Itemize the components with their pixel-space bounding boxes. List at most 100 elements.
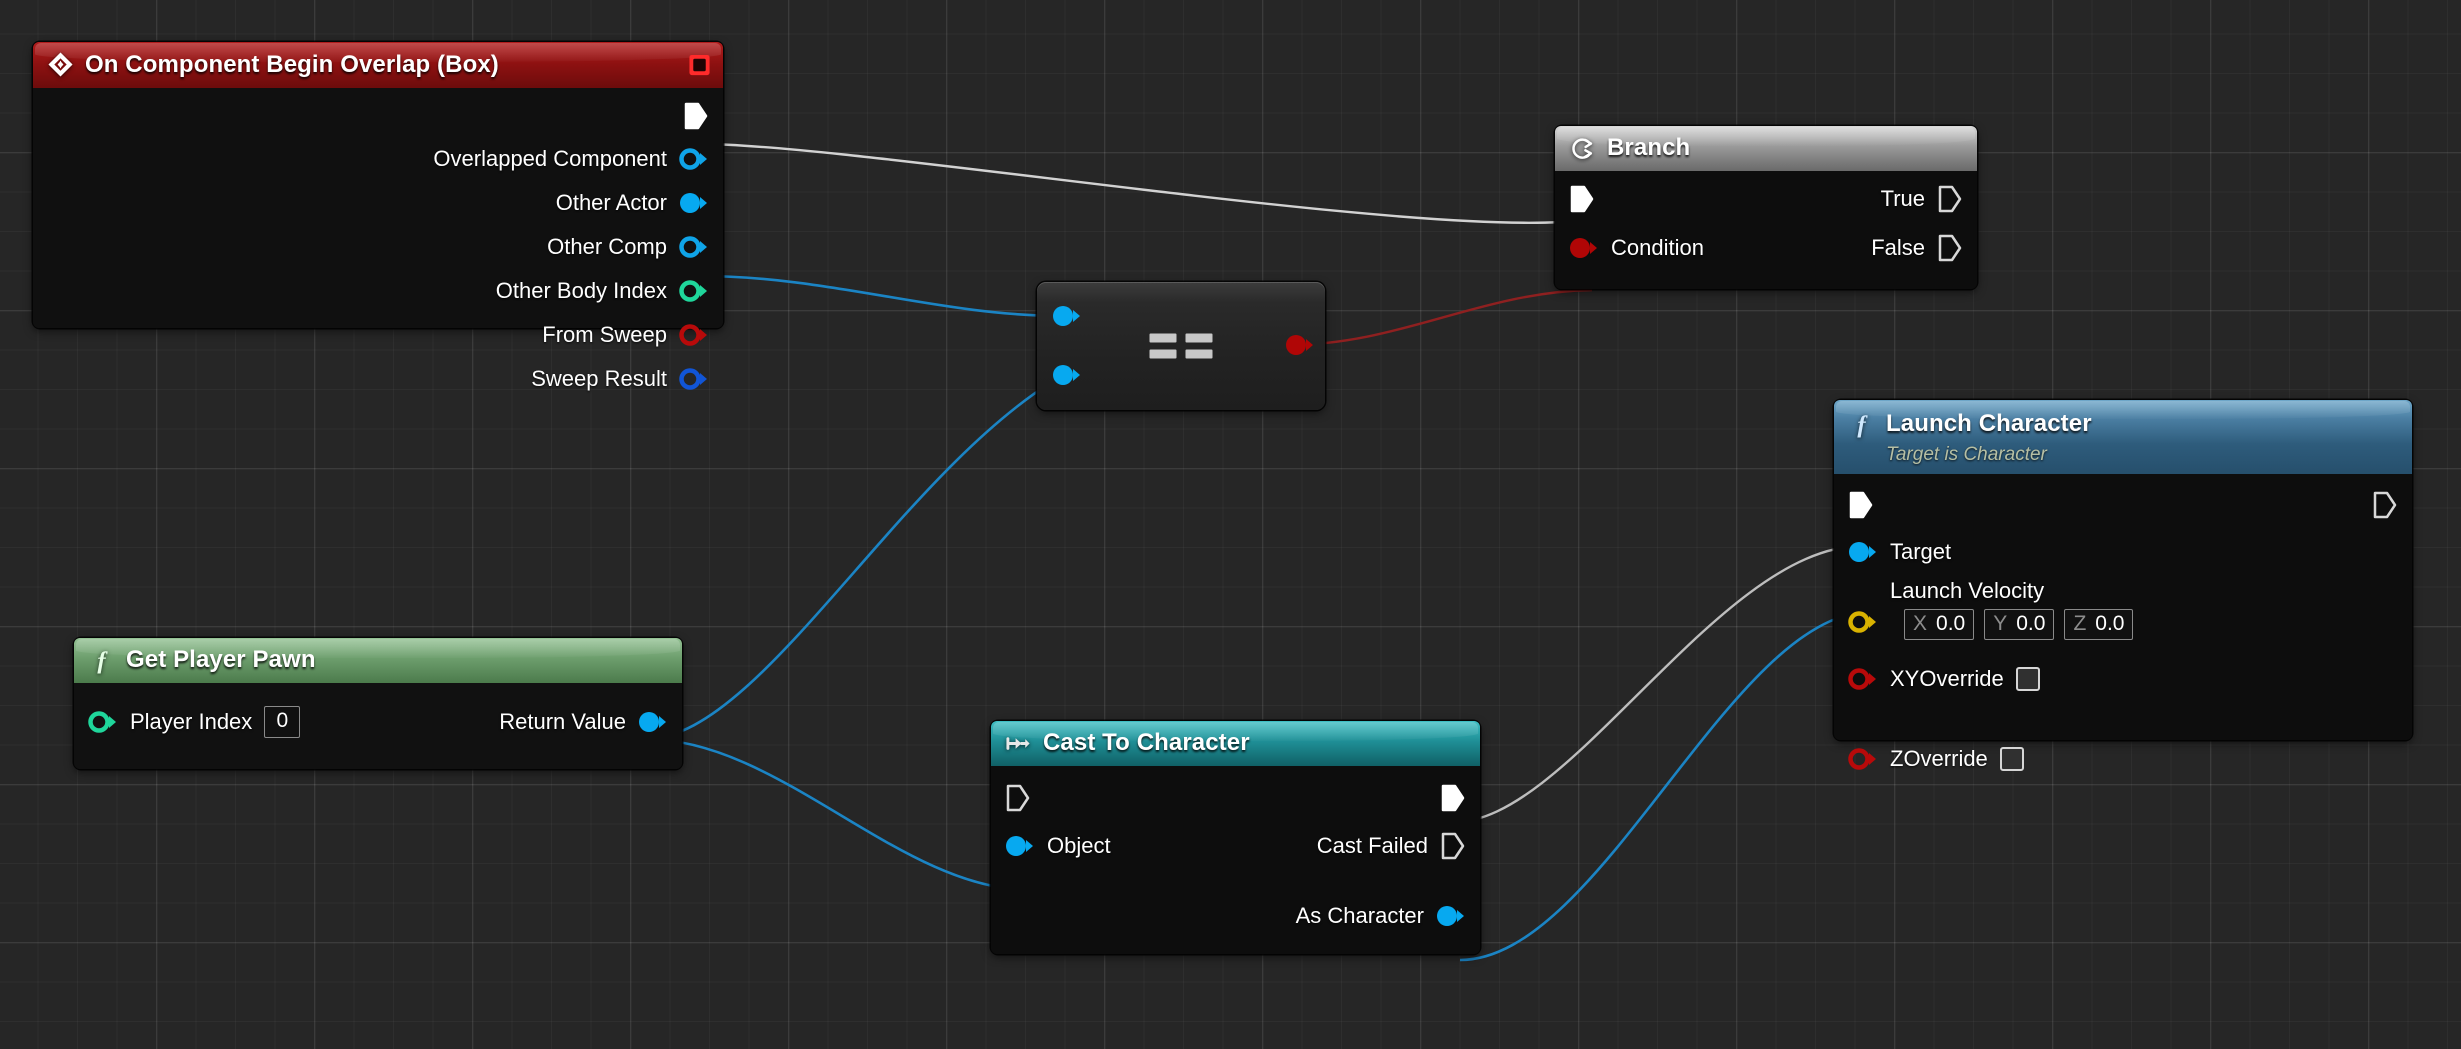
bool-pin-condition[interactable] <box>1569 237 1599 259</box>
exec-in-pin-branch[interactable] <box>1569 184 1595 214</box>
pin-label-condition: Condition <box>1611 235 1704 261</box>
node-cast-to-character[interactable]: Cast To Character <box>991 721 1480 954</box>
launch-velocity-x-value[interactable]: 0.0 <box>1936 612 1965 636</box>
cast-title: Cast To Character <box>1043 729 1250 757</box>
launch-velocity-z-value[interactable]: 0.0 <box>2095 612 2124 636</box>
exec-in-pin-cast[interactable] <box>1005 783 1031 813</box>
bool-pin-from-sweep[interactable] <box>679 324 709 346</box>
wire-equals-to-condition <box>1288 290 1592 345</box>
launch-velocity-z-field[interactable]: Z 0.0 <box>2064 609 2133 640</box>
vector-pin-launch-velocity[interactable] <box>1848 611 1878 633</box>
node-branch[interactable]: Branch True <box>1555 126 1977 289</box>
launch-character-header[interactable]: f Launch Character <box>1834 400 2412 444</box>
branch-body: True Condition False <box>1555 171 1977 289</box>
pin-row-branch-exec-in[interactable] <box>1555 177 1607 221</box>
pin-row-cast-exec-in[interactable] <box>991 776 1043 820</box>
pin-label-return-value: Return Value <box>499 709 626 735</box>
pin-row-sweep-result[interactable]: Sweep Result <box>33 357 723 401</box>
object-pin-overlapped-component[interactable] <box>679 148 709 170</box>
equals-input-a-pin[interactable] <box>1052 305 1082 327</box>
axis-label-y: Y <box>1993 612 2007 636</box>
int-pin-other-body-index[interactable] <box>679 280 709 302</box>
pin-row-other-comp[interactable]: Other Comp <box>33 225 723 269</box>
branch-header[interactable]: Branch <box>1555 126 1977 171</box>
exec-in-pin-launch[interactable] <box>1848 490 1874 520</box>
pin-label-other-body-index: Other Body Index <box>496 278 667 304</box>
pin-row-player-index[interactable]: Player Index 0 <box>74 699 300 745</box>
pin-row-target[interactable]: Target <box>1834 530 1951 574</box>
pin-row-branch-condition[interactable]: Condition <box>1555 226 1704 270</box>
wire-as-character-to-target <box>1460 612 1868 960</box>
exec-out-pin-false[interactable] <box>1937 233 1963 263</box>
pin-row-cast-object[interactable]: Object <box>991 824 1111 868</box>
pin-label-zoverride: ZOverride <box>1890 746 1988 772</box>
equals-bar <box>1186 334 1213 343</box>
get-player-pawn-title: Get Player Pawn <box>126 646 316 674</box>
delegate-box-icon[interactable] <box>688 54 711 77</box>
launch-velocity-x-field[interactable]: X 0.0 <box>1904 609 1974 640</box>
object-pin-other-actor[interactable] <box>679 192 709 214</box>
pin-label-target: Target <box>1890 539 1951 565</box>
pin-label-object: Object <box>1047 833 1111 859</box>
struct-pin-sweep-result[interactable] <box>679 368 709 390</box>
pin-row-branch-false[interactable]: False <box>1871 226 1977 270</box>
pin-row-from-sweep[interactable]: From Sweep <box>33 313 723 357</box>
pin-row-launch-velocity[interactable]: Launch Velocity X 0.0 Y 0.0 Z 0.0 <box>1834 578 2412 640</box>
object-pin-target[interactable] <box>1848 541 1878 563</box>
equals-input-b-pin[interactable] <box>1052 364 1082 386</box>
pin-row-return-value[interactable]: Return Value <box>499 699 682 745</box>
node-get-player-pawn[interactable]: f Get Player Pawn Player Index 0 Return … <box>74 638 682 769</box>
xyoverride-checkbox[interactable] <box>2016 667 2040 691</box>
exec-out-pin-true[interactable] <box>1937 184 1963 214</box>
launch-velocity-y-value[interactable]: 0.0 <box>2016 612 2045 636</box>
wire-pawn-to-equals <box>646 375 1063 739</box>
pin-row-cast-failed[interactable]: Cast Failed <box>1317 824 1480 868</box>
zoverride-checkbox[interactable] <box>2000 747 2024 771</box>
pin-row-other-actor[interactable]: Other Actor <box>33 181 723 225</box>
pin-row-other-body-index[interactable]: Other Body Index <box>33 269 723 313</box>
pin-row-launch-exec-in[interactable] <box>1834 483 1886 527</box>
node-on-component-begin-overlap[interactable]: On Component Begin Overlap (Box) Overlap… <box>33 42 723 328</box>
launch-character-body: Target Launch Velocity X 0.0 <box>1834 474 2412 740</box>
pin-row-overlapped-component[interactable]: Overlapped Component <box>33 137 723 181</box>
exec-out-pin-cast-failed[interactable] <box>1440 831 1466 861</box>
object-pin-other-comp[interactable] <box>679 236 709 258</box>
pin-row-launch-exec-out[interactable] <box>2360 483 2412 527</box>
equals-bar <box>1150 334 1177 343</box>
get-player-pawn-body: Player Index 0 Return Value <box>74 683 682 769</box>
exec-out-pin-launch[interactable] <box>2372 490 2398 520</box>
bool-pin-xyoverride[interactable] <box>1848 668 1878 690</box>
node-launch-character[interactable]: f Launch Character Target is Character <box>1834 400 2412 740</box>
player-index-value-input[interactable]: 0 <box>264 706 300 737</box>
pin-label-false: False <box>1871 235 1925 261</box>
pin-label-cast-failed: Cast Failed <box>1317 833 1428 859</box>
pin-row-exec-out[interactable] <box>33 94 723 138</box>
pin-label-player-index: Player Index <box>130 709 252 735</box>
launch-velocity-y-field[interactable]: Y 0.0 <box>1984 609 2054 640</box>
pin-row-as-character[interactable]: As Character <box>1296 894 1480 938</box>
exec-out-pin-cast[interactable] <box>1440 783 1466 813</box>
cast-header[interactable]: Cast To Character <box>991 721 1480 766</box>
get-player-pawn-header[interactable]: f Get Player Pawn <box>74 638 682 683</box>
object-pin-cast-object[interactable] <box>1005 835 1035 857</box>
equals-bar <box>1150 350 1177 359</box>
event-node-header[interactable]: On Component Begin Overlap (Box) <box>33 42 723 88</box>
axis-label-z: Z <box>2073 612 2086 636</box>
int-pin-player-index[interactable] <box>88 711 118 733</box>
object-pin-return-value[interactable] <box>638 711 668 733</box>
branch-title: Branch <box>1607 134 1690 162</box>
equals-output-pin[interactable] <box>1285 334 1315 356</box>
exec-out-pin[interactable] <box>683 101 709 131</box>
node-equal-compare[interactable] <box>1037 282 1325 410</box>
pin-row-branch-true[interactable]: True <box>1881 177 1977 221</box>
bool-pin-zoverride[interactable] <box>1848 748 1878 770</box>
wire-pawn-to-cast-object <box>646 739 1030 890</box>
pin-row-zoverride[interactable]: ZOverride <box>1834 737 2024 781</box>
pin-label-xyoverride: XYOverride <box>1890 666 2004 692</box>
pin-label-sweep-result: Sweep Result <box>531 366 667 392</box>
event-diamond-icon <box>47 51 74 78</box>
pin-row-xyoverride[interactable]: XYOverride <box>1834 657 2040 701</box>
blueprint-graph-canvas[interactable]: On Component Begin Overlap (Box) Overlap… <box>0 0 2461 1049</box>
object-pin-as-character[interactable] <box>1436 905 1466 927</box>
pin-row-cast-exec-out[interactable] <box>1428 776 1480 820</box>
